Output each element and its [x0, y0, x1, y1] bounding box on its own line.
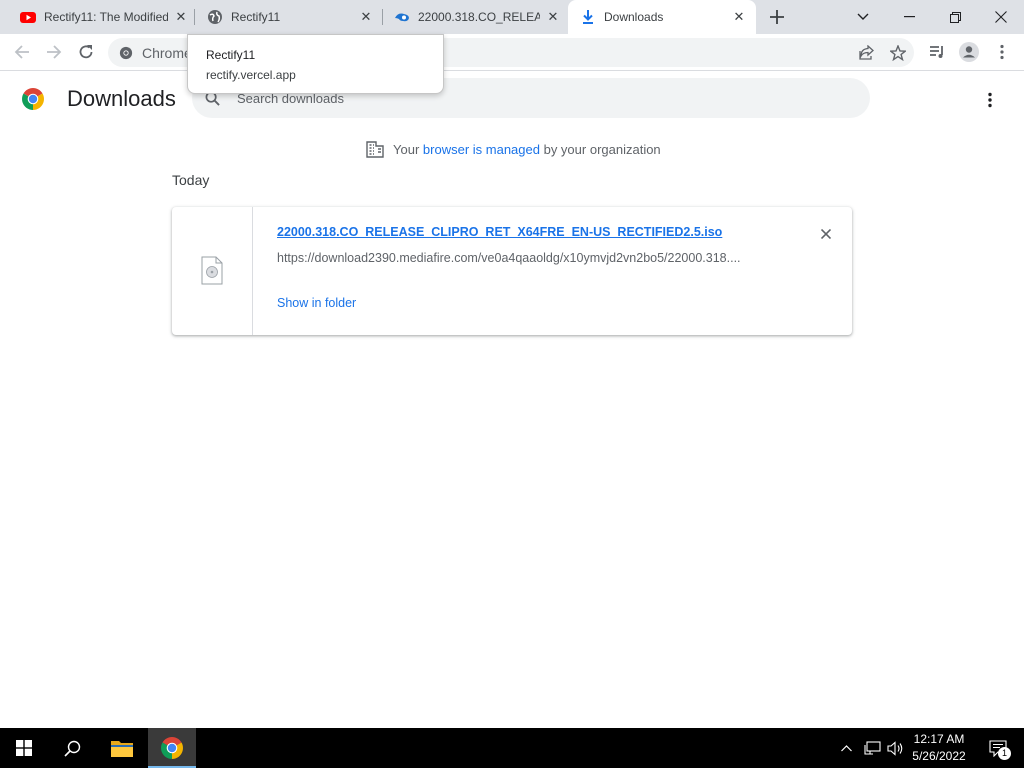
kebab-menu-icon: [1000, 44, 1004, 60]
tab-mediafire[interactable]: 22000.318.CO_RELEASE ✕: [384, 0, 567, 34]
close-icon[interactable]: ✕: [358, 9, 374, 25]
close-icon: [821, 229, 831, 239]
restore-icon: [949, 11, 961, 23]
chevron-up-icon: [840, 744, 852, 751]
chrome-logo-icon: [161, 737, 183, 759]
notification-count-badge: 1: [998, 747, 1011, 760]
date-section-header: Today: [172, 172, 210, 188]
system-clock[interactable]: 12:17 AM 5/26/2022: [908, 731, 970, 765]
remove-download-button[interactable]: [816, 224, 836, 244]
downloads-header: Downloads Search downloads: [0, 72, 1024, 128]
download-filename-link[interactable]: 22000.318.CO_RELEASE_CLIPRO_RET_X64FRE_E…: [277, 225, 722, 239]
download-source-url[interactable]: https://download2390.mediafire.com/ve0a4…: [277, 251, 741, 265]
managed-link[interactable]: browser is managed: [423, 142, 540, 157]
taskbar: 12:17 AM 5/26/2022 1: [0, 728, 1024, 768]
tab-downloads[interactable]: Downloads ✕: [568, 0, 756, 34]
chrome-menu-button[interactable]: [988, 38, 1016, 66]
show-hidden-icons-button[interactable]: [836, 728, 856, 768]
action-center-button[interactable]: 1: [978, 728, 1018, 768]
close-icon[interactable]: ✕: [545, 9, 561, 25]
media-control-button[interactable]: [923, 38, 951, 66]
search-button[interactable]: [48, 728, 96, 768]
download-icon: [583, 10, 593, 24]
mediafire-icon: [395, 13, 409, 22]
volume-button[interactable]: [884, 728, 906, 768]
globe-icon: [208, 10, 222, 24]
close-icon[interactable]: ✕: [731, 9, 747, 25]
windows-logo-icon: [16, 740, 32, 756]
toolbar: Chrome: [0, 34, 1024, 71]
forward-button[interactable]: [40, 38, 68, 66]
tab-rectify11[interactable]: Rectify11 ✕: [196, 0, 381, 34]
new-tab-button[interactable]: [758, 0, 796, 34]
media-queue-icon: [930, 46, 943, 58]
close-icon[interactable]: ✕: [173, 9, 189, 25]
avatar-icon: [959, 42, 979, 62]
arrow-left-icon: [14, 45, 29, 59]
chevron-down-icon: [857, 13, 869, 20]
clock-time: 12:17 AM: [913, 732, 965, 746]
clock-date: 5/26/2022: [912, 749, 966, 763]
file-icon-column: [172, 207, 253, 335]
tab-strip: Rectify11: The Modified ✕ Rectify11 ✕ 22…: [0, 0, 1024, 34]
downloads-menu-button[interactable]: [976, 86, 1004, 114]
chrome-logo-icon: [22, 88, 44, 110]
file-explorer-button[interactable]: [98, 728, 146, 768]
arrow-right-icon: [47, 45, 62, 59]
managed-notice: Your browser is managed by your organiza…: [366, 140, 661, 158]
tab-title: 22000.318.CO_RELEASE: [418, 10, 540, 24]
folder-icon: [111, 741, 133, 757]
tab-title: Rectify11: The Modified: [44, 10, 168, 24]
download-item: 22000.318.CO_RELEASE_CLIPRO_RET_X64FRE_E…: [172, 207, 852, 335]
tab-title: Rectify11: [231, 10, 281, 24]
share-icon[interactable]: [858, 45, 874, 61]
profile-button[interactable]: [955, 38, 983, 66]
hover-card-title: Rectify11: [206, 48, 256, 62]
tab-youtube[interactable]: Rectify11: The Modified ✕: [8, 0, 193, 34]
tab-hover-card: Rectify11 rectify.vercel.app: [187, 34, 444, 94]
star-icon[interactable]: [890, 45, 906, 61]
back-button[interactable]: [8, 38, 36, 66]
restore-button[interactable]: [932, 0, 978, 34]
tab-divider: [194, 9, 195, 25]
minimize-button[interactable]: [886, 0, 932, 34]
network-button[interactable]: [860, 728, 884, 768]
chrome-logo-icon: [119, 46, 133, 60]
youtube-icon: [20, 12, 36, 23]
file-icon: [201, 256, 223, 285]
managed-suffix: by your organization: [543, 141, 661, 157]
kebab-menu-icon: [988, 92, 992, 108]
close-icon: [995, 11, 1007, 23]
hover-card-url: rectify.vercel.app: [206, 68, 296, 82]
start-button[interactable]: [0, 728, 48, 768]
tab-divider: [382, 9, 383, 25]
plus-icon: [770, 10, 784, 24]
managed-prefix: Your: [393, 141, 420, 157]
reload-icon: [79, 45, 93, 59]
chrome-taskbar-button[interactable]: [148, 728, 196, 768]
address-text: Chrome: [142, 45, 192, 61]
building-icon: [366, 140, 384, 158]
page-title: Downloads: [67, 86, 176, 111]
minimize-icon: [903, 16, 915, 18]
show-in-folder-link[interactable]: Show in folder: [277, 296, 356, 310]
search-icon: [63, 740, 80, 757]
tab-search-button[interactable]: [840, 0, 886, 34]
tab-title: Downloads: [604, 10, 664, 24]
network-icon: [863, 740, 881, 755]
close-window-button[interactable]: [978, 0, 1024, 34]
speaker-icon: [886, 740, 902, 756]
reload-button[interactable]: [72, 38, 100, 66]
